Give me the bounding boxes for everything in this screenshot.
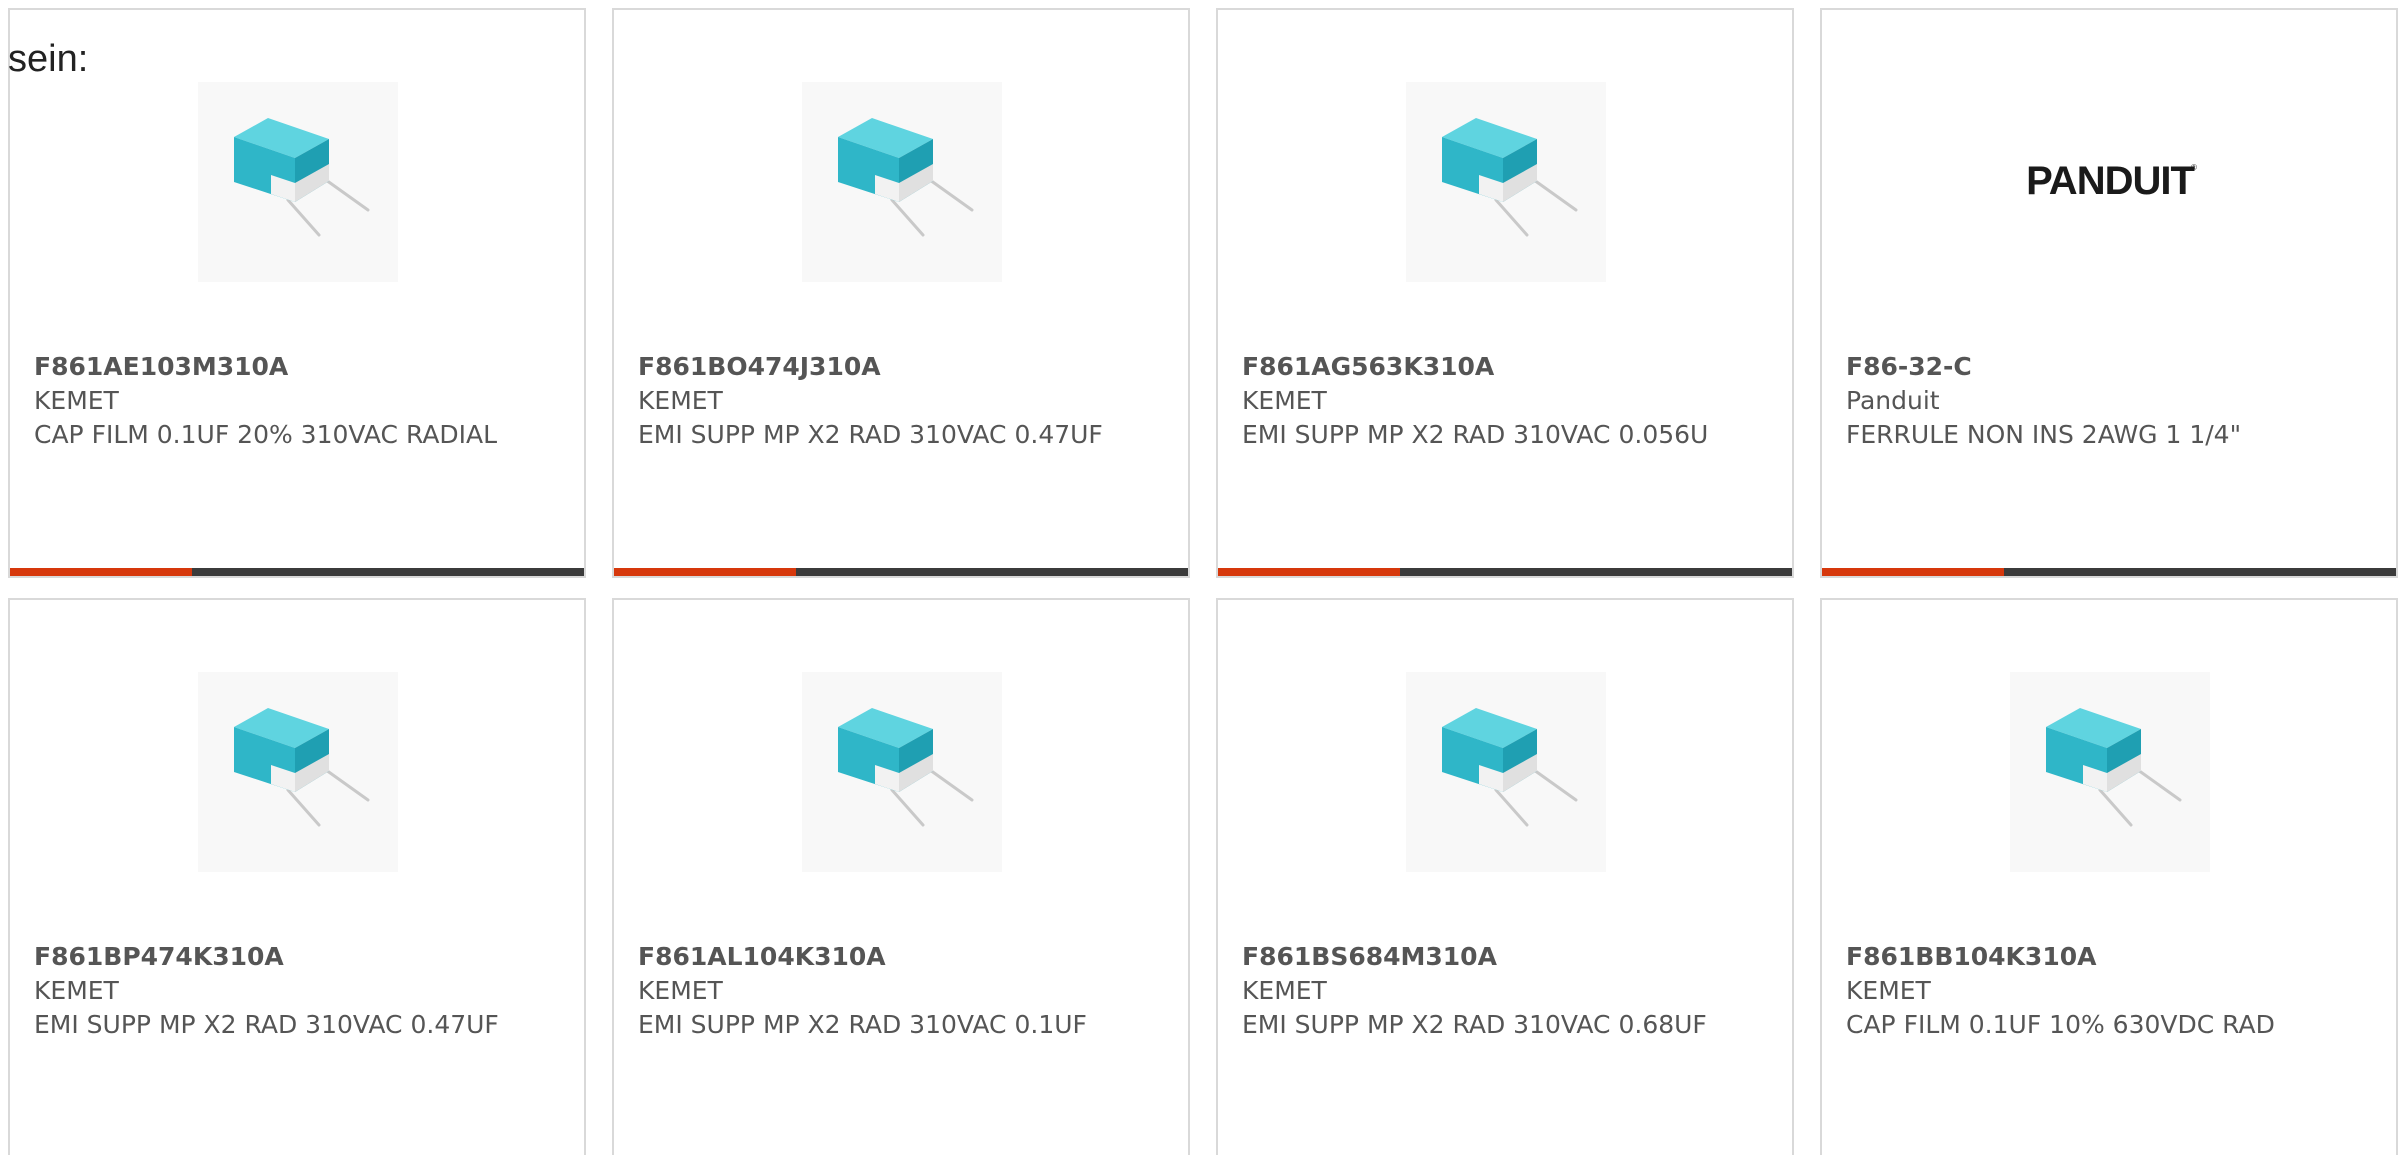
product-info: F861BB104K310A KEMET CAP FILM 0.1UF 10% … [1846,940,2376,1042]
product-description: CAP FILM 0.1UF 10% 630VDC RAD [1846,1010,2275,1039]
card-accent-bar [614,568,796,576]
part-number-link[interactable]: F86-32-C [1846,350,2376,384]
card-accent-bar [10,568,192,576]
product-description: EMI SUPP MP X2 RAD 310VAC 0.47UF [34,1010,499,1039]
product-image[interactable] [198,82,398,282]
svg-text:PANDUIT: PANDUIT [2026,159,2194,203]
manufacturer: KEMET [34,386,119,415]
product-card[interactable]: F861AE103M310A KEMET CAP FILM 0.1UF 20% … [8,8,586,578]
card-bottom-bar [614,568,1188,576]
film-capacitor-icon [1440,706,1578,827]
product-description: FERRULE NON INS 2AWG 1 1/4" [1846,420,2242,449]
product-card[interactable]: F861BO474J310A KEMET EMI SUPP MP X2 RAD … [612,8,1190,578]
product-image[interactable]: PANDUIT ® [2010,82,2210,282]
product-card[interactable]: F861BP474K310A KEMET EMI SUPP MP X2 RAD … [8,598,586,1155]
product-image[interactable] [198,672,398,872]
card-bottom-bar [10,568,584,576]
film-capacitor-icon [836,706,974,827]
manufacturer: Panduit [1846,386,1940,415]
part-number-link[interactable]: F861AL104K310A [638,940,1168,974]
product-info: F861BS684M310A KEMET EMI SUPP MP X2 RAD … [1242,940,1772,1042]
part-number-link[interactable]: F861AE103M310A [34,350,564,384]
product-info: F861AG563K310A KEMET EMI SUPP MP X2 RAD … [1242,350,1772,452]
card-bottom-bar [1218,568,1792,576]
product-info: F861BO474J310A KEMET EMI SUPP MP X2 RAD … [638,350,1168,452]
film-capacitor-icon [2044,706,2182,827]
product-card[interactable]: PANDUIT ® F86-32-C Panduit FERRULE NON I… [1820,8,2398,578]
product-description: EMI SUPP MP X2 RAD 310VAC 0.68UF [1242,1010,1707,1039]
product-info: F861AL104K310A KEMET EMI SUPP MP X2 RAD … [638,940,1168,1042]
product-info: F861AE103M310A KEMET CAP FILM 0.1UF 20% … [34,350,564,452]
product-card[interactable]: F861AL104K310A KEMET EMI SUPP MP X2 RAD … [612,598,1190,1155]
film-capacitor-icon [1440,116,1578,237]
product-info: F86-32-C Panduit FERRULE NON INS 2AWG 1 … [1846,350,2376,452]
part-number-link[interactable]: F861BO474J310A [638,350,1168,384]
product-grid: F861AE103M310A KEMET CAP FILM 0.1UF 20% … [8,8,2398,1155]
manufacturer: KEMET [1846,976,1931,1005]
manufacturer: KEMET [638,386,723,415]
manufacturer: KEMET [34,976,119,1005]
svg-text:®: ® [2191,163,2197,172]
part-number-link[interactable]: F861BS684M310A [1242,940,1772,974]
product-description: CAP FILM 0.1UF 20% 310VAC RADIAL [34,420,498,449]
product-image[interactable] [2010,672,2210,872]
card-bottom-bar [1822,568,2396,576]
part-number-link[interactable]: F861BP474K310A [34,940,564,974]
part-number-link[interactable]: F861BB104K310A [1846,940,2376,974]
manufacturer: KEMET [1242,976,1327,1005]
product-image[interactable] [1406,82,1606,282]
product-image[interactable] [802,672,1002,872]
product-image[interactable] [1406,672,1606,872]
card-accent-bar [1822,568,2004,576]
product-image[interactable] [802,82,1002,282]
manufacturer: KEMET [1242,386,1327,415]
film-capacitor-icon [836,116,974,237]
product-description: EMI SUPP MP X2 RAD 310VAC 0.056U [1242,420,1709,449]
product-info: F861BP474K310A KEMET EMI SUPP MP X2 RAD … [34,940,564,1042]
part-number-link[interactable]: F861AG563K310A [1242,350,1772,384]
card-accent-bar [1218,568,1400,576]
product-description: EMI SUPP MP X2 RAD 310VAC 0.1UF [638,1010,1087,1039]
film-capacitor-icon [232,116,370,237]
product-card[interactable]: F861BS684M310A KEMET EMI SUPP MP X2 RAD … [1216,598,1794,1155]
product-description: EMI SUPP MP X2 RAD 310VAC 0.47UF [638,420,1103,449]
intro-text: sein: [8,38,89,80]
product-card[interactable]: F861BB104K310A KEMET CAP FILM 0.1UF 10% … [1820,598,2398,1155]
panduit-logo: PANDUIT ® [2026,159,2197,203]
film-capacitor-icon [232,706,370,827]
manufacturer: KEMET [638,976,723,1005]
product-listing-page: sein: F861AE103M310A KEMET CAP FILM 0.1U… [0,0,2400,1155]
product-card[interactable]: F861AG563K310A KEMET EMI SUPP MP X2 RAD … [1216,8,1794,578]
